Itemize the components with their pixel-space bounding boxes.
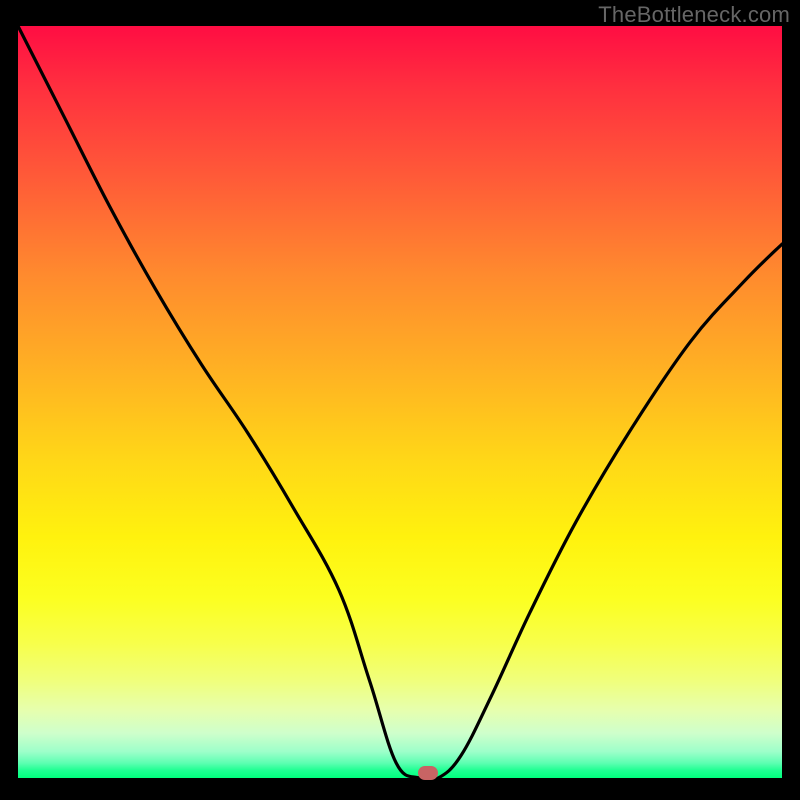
watermark-label: TheBottleneck.com — [598, 2, 790, 28]
bottleneck-curve-path — [18, 26, 782, 781]
optimum-marker — [418, 766, 438, 780]
curve-svg — [18, 26, 782, 778]
plot-area — [18, 26, 782, 778]
